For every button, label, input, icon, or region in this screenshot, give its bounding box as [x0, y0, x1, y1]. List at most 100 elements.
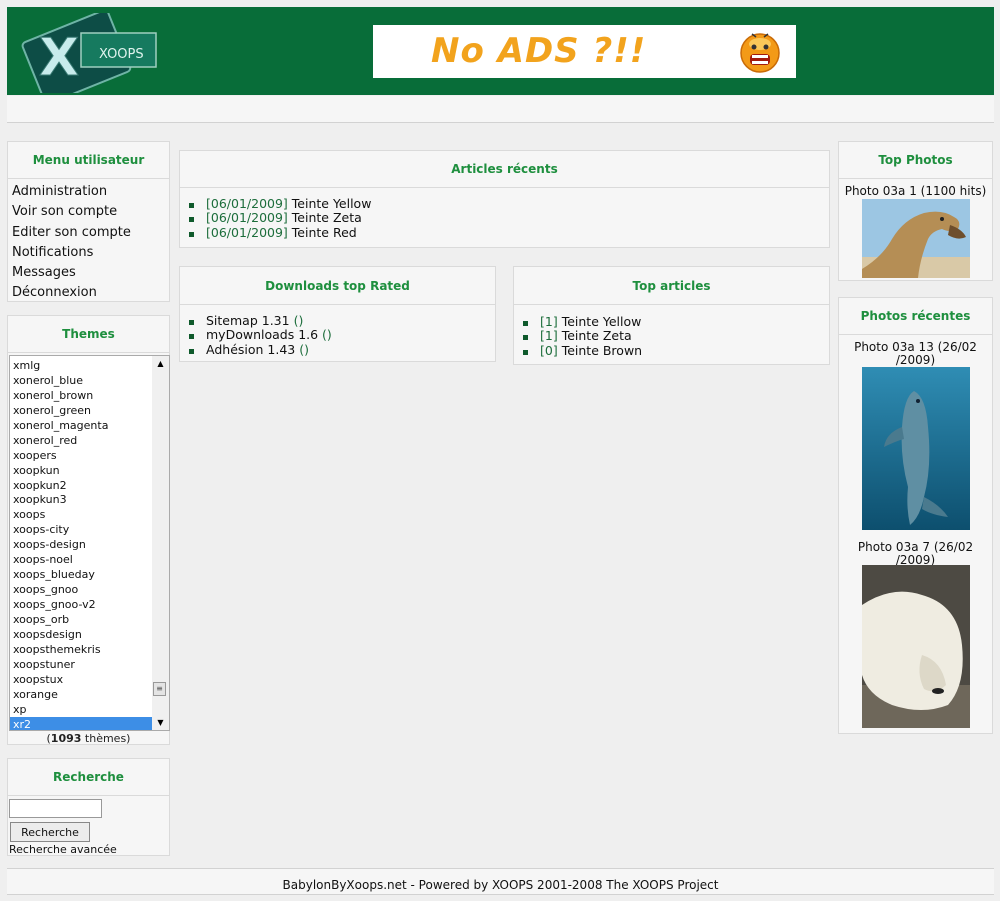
list-item: [06/01/2009] Teinte Yellow	[189, 197, 829, 211]
download-title[interactable]: Sitemap 1.31	[206, 313, 294, 328]
downloads-top-rated-block: Downloads top Rated Sitemap 1.31 () myDo…	[179, 266, 496, 362]
shocked-face-icon	[740, 33, 780, 73]
theme-select-list[interactable]: xmlg xonerol_blue xonerol_brown xonerol_gre…	[9, 355, 170, 731]
menu-item-notifications[interactable]: Notifications	[12, 243, 169, 263]
scrollbar[interactable]: ▲ ≡ ▼	[152, 356, 169, 730]
block-title: Menu utilisateur	[8, 142, 169, 179]
menu-item-logout[interactable]: Déconnexion	[12, 283, 169, 303]
photo-caption[interactable]: Photo 03a 13 (26/02/2009)	[839, 341, 992, 367]
themes-block: Themes xmlg xonerol_blue xonerol_brown xone…	[7, 315, 170, 745]
theme-option[interactable]: xoops_gnoo-v2	[10, 597, 153, 612]
theme-option[interactable]: xoopkun	[10, 463, 153, 478]
theme-option[interactable]: xonerol_brown	[10, 388, 153, 403]
theme-option[interactable]: xorange	[10, 687, 153, 702]
theme-option[interactable]: xoopstuner	[10, 657, 153, 672]
ad-banner[interactable]: No ADS ?!!	[373, 25, 796, 78]
article-title: Teinte Red	[287, 224, 357, 240]
download-title[interactable]: Adhésion 1.43	[206, 342, 299, 357]
theme-option[interactable]: xoops	[10, 507, 153, 522]
top-photos-block: Top Photos Photo 03a 1 (1100 hits)	[838, 141, 993, 281]
dolphin-photo[interactable]	[862, 367, 970, 530]
list-item: [06/01/2009] Teinte Red	[189, 224, 829, 240]
svg-text:X: X	[39, 28, 79, 88]
theme-option[interactable]: xonerol_green	[10, 403, 153, 418]
search-input[interactable]	[9, 799, 102, 818]
block-title: Top articles	[514, 267, 829, 305]
xoops-logo[interactable]: X XOOPS	[19, 13, 159, 93]
article-count-link[interactable]: [0]	[540, 343, 558, 358]
theme-option[interactable]: xoopsthemekris	[10, 642, 153, 657]
polar-bear-photo[interactable]	[862, 565, 970, 728]
block-title: Themes	[8, 316, 169, 353]
article-title: Teinte Yellow	[557, 314, 642, 329]
list-item[interactable]: Sitemap 1.31 ()	[189, 314, 495, 328]
downloads-list: Sitemap 1.31 () myDownloads 1.6 () Adhés…	[180, 305, 495, 357]
theme-option[interactable]: xr2	[10, 716, 153, 730]
article-title: Teinte Yellow	[287, 196, 372, 211]
download-rating-link[interactable]: ()	[322, 327, 332, 342]
svg-text:XOOPS: XOOPS	[99, 47, 144, 62]
recent-articles-block: Articles récents [06/01/2009] Teinte Yel…	[179, 150, 830, 248]
list-item: [1] Teinte Yellow	[523, 315, 829, 329]
advanced-search-link[interactable]: Recherche avancée	[9, 843, 117, 856]
camel-photo[interactable]	[862, 199, 970, 278]
scroll-up-icon[interactable]: ▲	[156, 359, 165, 368]
article-title: Teinte Zeta	[287, 210, 362, 226]
block-title: Downloads top Rated	[180, 267, 495, 305]
list-item: [1] Teinte Zeta	[523, 329, 829, 343]
photo-caption[interactable]: Photo 03a 7 (26/02/2009)	[839, 541, 992, 567]
theme-option[interactable]: xoopstux	[10, 672, 153, 687]
theme-count: (1093 thèmes)	[46, 732, 131, 745]
article-title: Teinte Zeta	[557, 328, 632, 344]
theme-option[interactable]: xoops_gnoo	[10, 582, 153, 597]
list-item: [0] Teinte Brown	[523, 342, 829, 358]
recent-photos-block: Photos récentes Photo 03a 13 (26/02/2009…	[838, 297, 993, 734]
theme-option[interactable]: xonerol_magenta	[10, 418, 153, 433]
article-title: Teinte Brown	[557, 342, 643, 358]
photo-caption[interactable]: Photo 03a 1 (1100 hits)	[839, 185, 992, 198]
theme-option[interactable]: xonerol_blue	[10, 373, 153, 388]
theme-option[interactable]: xoopsdesign	[10, 627, 153, 642]
block-title: Photos récentes	[839, 298, 992, 335]
theme-count-value: 1093	[50, 732, 82, 745]
banner-text: No ADS ?!!	[431, 31, 647, 71]
theme-option[interactable]: xmlg	[10, 358, 153, 373]
menu-item-view-account[interactable]: Voir son compte	[12, 202, 169, 222]
article-count-link[interactable]: [1]	[540, 328, 558, 343]
search-button[interactable]: Recherche	[10, 822, 90, 842]
theme-option[interactable]: xp	[10, 702, 153, 717]
user-menu-block: Menu utilisateur Administration Voir son…	[7, 141, 170, 302]
top-articles-block: Top articles [1] Teinte Yellow [1] Teint…	[513, 266, 830, 365]
recent-articles-list: [06/01/2009] Teinte Yellow [06/01/2009] …	[180, 188, 829, 240]
download-rating-link[interactable]: ()	[299, 342, 309, 357]
article-count-link[interactable]: [1]	[540, 314, 558, 329]
article-date-link[interactable]: [06/01/2009]	[206, 196, 288, 211]
theme-option[interactable]: xoops-design	[10, 537, 153, 552]
theme-option[interactable]: xoopkun2	[10, 478, 153, 493]
block-title: Top Photos	[839, 142, 992, 179]
theme-option[interactable]: xoops_orb	[10, 612, 153, 627]
article-date-link[interactable]: [06/01/2009]	[206, 210, 288, 225]
article-date-link[interactable]: [06/01/2009]	[206, 225, 288, 240]
download-rating-link[interactable]: ()	[294, 313, 304, 328]
download-title[interactable]: myDownloads 1.6	[206, 327, 322, 342]
scroll-down-icon[interactable]: ▼	[156, 718, 165, 727]
theme-option[interactable]: xoopkun3	[10, 492, 153, 507]
scroll-thumb[interactable]: ≡	[153, 682, 166, 696]
nav-bar	[7, 96, 994, 123]
theme-option[interactable]: xoopers	[10, 448, 153, 463]
header: X XOOPS No ADS ?!!	[7, 7, 994, 95]
list-item[interactable]: myDownloads 1.6 ()	[189, 328, 495, 342]
theme-option[interactable]: xoops-city	[10, 522, 153, 537]
theme-option[interactable]: xoops_blueday	[10, 567, 153, 582]
menu-item-edit-account[interactable]: Editer son compte	[12, 223, 169, 243]
list-item[interactable]: Adhésion 1.43 ()	[189, 342, 495, 357]
theme-option[interactable]: xoops-noel	[10, 552, 153, 567]
menu-item-messages[interactable]: Messages	[12, 263, 169, 283]
search-block: Recherche Recherche Recherche avancée	[7, 758, 170, 856]
footer: BabylonByXoops.net - Powered by XOOPS 20…	[7, 868, 994, 895]
theme-option[interactable]: xonerol_red	[10, 433, 153, 448]
menu-item-administration[interactable]: Administration	[12, 182, 169, 202]
list-item: [06/01/2009] Teinte Zeta	[189, 211, 829, 225]
top-articles-list: [1] Teinte Yellow [1] Teinte Zeta [0] Te…	[514, 305, 829, 358]
